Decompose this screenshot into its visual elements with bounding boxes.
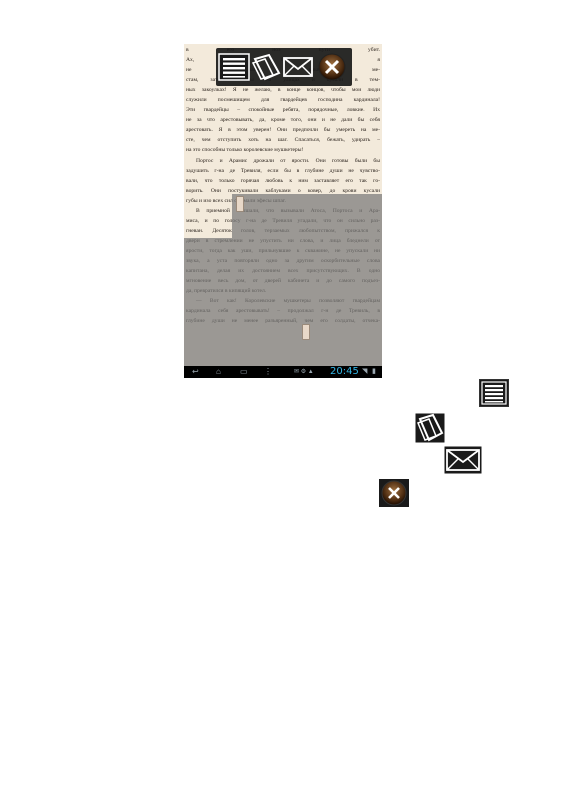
text-line: арестовать. Я в этом уверен! Они предпоч…	[186, 127, 380, 134]
home-icon[interactable]: ⌂	[216, 368, 221, 376]
reader-screenshot: в его ноэ пути убит.Ах, если б которы, я…	[184, 44, 382, 378]
wifi-icon: ◥	[362, 368, 368, 375]
menu-button[interactable]	[218, 53, 250, 81]
mail-icon	[283, 57, 313, 77]
rotate-page-icon	[415, 413, 445, 443]
text-line: Эти гвардейцы – спокойные ребята, порядо…	[186, 107, 380, 114]
text-line: Портос и Арамис дрожали от ярости. Они г…	[196, 157, 380, 164]
close-icon	[318, 53, 346, 81]
rotate-page-icon	[251, 53, 281, 81]
close-button[interactable]	[316, 53, 348, 81]
text-selection-start	[232, 194, 382, 238]
recent-apps-icon[interactable]: ▭	[240, 368, 248, 376]
menu-icon	[479, 379, 509, 407]
text-selection	[184, 238, 382, 368]
text-line: служили посмешищем для гвардейцев господ…	[186, 97, 380, 104]
back-icon[interactable]: ↩	[192, 368, 199, 376]
text-line: ных закоулках! Я не желаю, в конце концо…	[186, 87, 380, 94]
text-line: на это способны только королевские мушке…	[186, 147, 304, 154]
menu-icon	[218, 53, 250, 81]
close-icon	[379, 479, 409, 507]
rotate-button[interactable]	[251, 53, 283, 81]
text-line: вали, что только горячая любовь к ним за…	[186, 177, 380, 184]
selection-popup-toolbar	[216, 48, 352, 86]
status-icons: ✉ ⚙ ▲	[294, 369, 314, 375]
selection-end-handle[interactable]	[302, 324, 310, 340]
text-line: не за что арестовывать, да, кроме того, …	[186, 117, 380, 124]
mail-icon	[444, 446, 482, 474]
battery-icon: ▮	[372, 368, 376, 375]
selection-start-handle[interactable]	[236, 196, 244, 212]
menu-dots-icon[interactable]: ⋮	[264, 368, 272, 376]
text-line: сте, чем отступить хоть на шаг. Спасатьс…	[186, 137, 380, 144]
android-nav-bar: ↩ ⌂ ▭ ⋮ ✉ ⚙ ▲ 20:45 ◥ ▮	[184, 366, 382, 378]
mail-button[interactable]	[282, 53, 314, 81]
clock: 20:45	[330, 366, 359, 377]
text-line: задушить г-на де Тревиля, если бы в глуб…	[186, 167, 380, 174]
